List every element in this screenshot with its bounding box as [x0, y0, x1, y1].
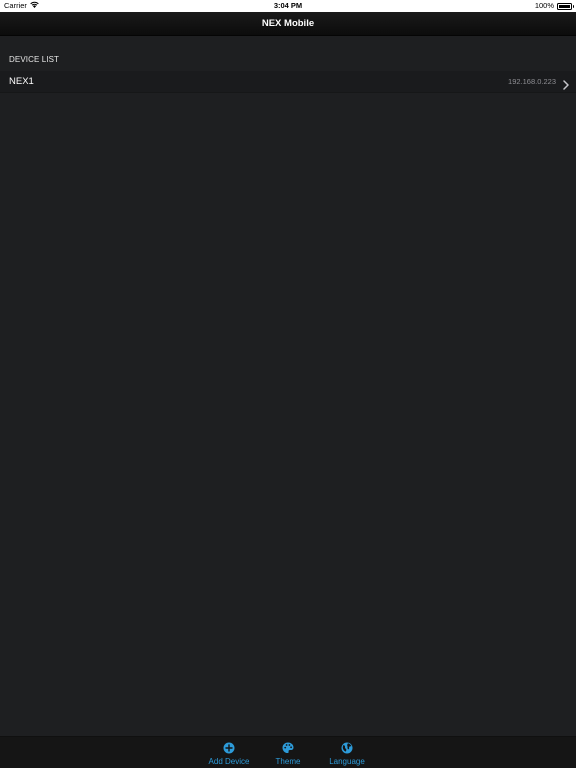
device-list-header: DEVICE LIST — [9, 55, 60, 64]
tab-theme[interactable]: Theme — [260, 737, 316, 768]
page-title: NEX Mobile — [261, 18, 315, 29]
tab-language[interactable]: Language — [319, 737, 375, 768]
battery-percent: 100% — [534, 1, 554, 10]
tab-add-device[interactable]: Add Device — [201, 737, 257, 768]
status-time: 3:04 PM — [273, 1, 303, 10]
add-circle-icon — [223, 741, 235, 754]
status-bar: Carrier 3:04 PM 100% — [0, 0, 576, 12]
navigation-bar: NEX Mobile — [0, 12, 576, 36]
chevron-right-icon — [563, 77, 569, 90]
tab-language-label: Language — [329, 757, 365, 766]
status-battery: 100% — [534, 0, 574, 12]
globe-icon — [341, 741, 353, 754]
tab-add-device-label: Add Device — [208, 757, 250, 766]
tab-theme-label: Theme — [275, 757, 301, 766]
device-list-item[interactable]: NEX1 192.168.0.223 — [0, 71, 576, 93]
tab-bar: Add Device Theme Language — [0, 736, 576, 768]
palette-icon — [282, 741, 294, 753]
device-name: NEX1 — [9, 76, 34, 87]
battery-icon — [557, 2, 574, 10]
device-ip: 192.168.0.223 — [508, 77, 556, 86]
